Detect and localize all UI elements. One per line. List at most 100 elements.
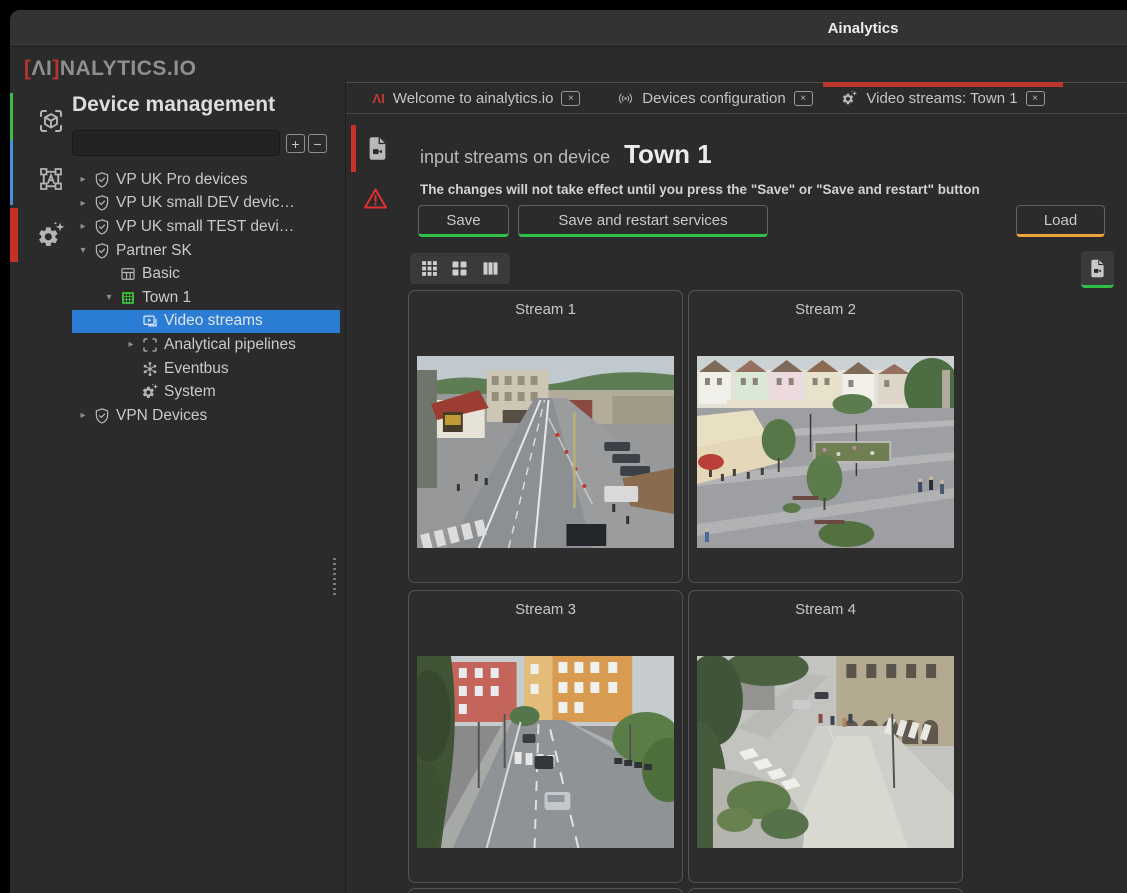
tab-video-streams-town-1[interactable]: Video streams: Town 1 × [823, 83, 1063, 113]
stream-card: Stream 3 [408, 590, 683, 883]
camera-scene [697, 356, 954, 548]
caret-right-icon[interactable]: ▸ [76, 410, 90, 421]
unsaved-changes-warning: The changes will not take effect until y… [420, 182, 980, 197]
tree-item-video-streams[interactable]: Video streams [72, 310, 340, 334]
pipelines-icon [141, 336, 159, 354]
page-subtitle: input streams on device [420, 147, 610, 168]
tree-item-label: Basic [142, 265, 180, 283]
logo-mark: ΛI [32, 57, 53, 80]
camera-scene [417, 356, 674, 548]
tree-item-vpn-devices[interactable]: ▸ VPN Devices [72, 404, 340, 428]
page-title: input streams on device Town 1 [420, 139, 712, 170]
caret-down-icon[interactable]: ▾ [102, 292, 116, 303]
annotation-frame-icon [36, 164, 66, 194]
stream-card: Stream 2 [688, 290, 963, 583]
file-video-icon [1087, 258, 1108, 279]
stream-title: Stream 1 [409, 301, 682, 318]
layout-toggle-group [410, 253, 510, 284]
device-grid-green-icon [119, 289, 137, 307]
grid-small-icon [419, 258, 440, 279]
shield-check-icon [93, 171, 111, 189]
stream-title: Stream 2 [689, 301, 962, 318]
tab-label: Devices configuration [642, 90, 785, 107]
collapse-all-button[interactable]: − [308, 134, 327, 153]
rail-indicator-red [10, 208, 18, 262]
tree-item-eventbus[interactable]: Eventbus [72, 357, 340, 381]
tab-welcome[interactable]: ΛI Welcome to ainalytics.io × [346, 83, 607, 113]
tree-item-vp-uk-small-test-devices[interactable]: ▸ VP UK small TEST devi… [72, 215, 340, 239]
search-input[interactable] [72, 130, 280, 156]
tree-item-system[interactable]: System [72, 380, 340, 404]
stream-card: Stream 4 [688, 590, 963, 883]
columns-icon [480, 258, 501, 279]
close-icon[interactable]: × [561, 91, 580, 106]
grid-medium-view-button[interactable] [448, 257, 472, 281]
save-button[interactable]: Save [418, 205, 509, 237]
device-tree: ▸ VP UK Pro devices ▸ VP UK small DEV de… [72, 168, 340, 428]
stream-thumbnail[interactable] [417, 656, 674, 848]
rail-indicator-green [10, 93, 13, 140]
caret-right-icon[interactable]: ▸ [76, 198, 90, 209]
tree-item-label: Video streams [164, 312, 263, 330]
shield-check-icon [93, 407, 111, 425]
tree-item-label: Partner SK [116, 242, 192, 260]
device-grid-icon [119, 265, 137, 283]
device-name: Town 1 [624, 139, 712, 170]
tree-item-basic[interactable]: Basic [72, 262, 340, 286]
warning-triangle-icon [362, 185, 389, 212]
broadcast-icon [617, 90, 634, 107]
sidebar-item-devices[interactable] [36, 106, 66, 136]
caret-down-icon[interactable]: ▾ [76, 245, 90, 256]
stream-title: Stream 4 [689, 601, 962, 618]
expand-all-button[interactable]: + [286, 134, 305, 153]
tree-item-label: Town 1 [142, 289, 191, 307]
app-window: Ainalytics [ΛI]NALYTICS.IO Device manage… [10, 10, 1127, 893]
stream-card: Stream 1 [408, 290, 683, 583]
sidebar-item-settings[interactable] [36, 221, 66, 251]
tab-devices-configuration[interactable]: Devices configuration × [607, 83, 823, 113]
stream-thumbnail[interactable] [697, 656, 954, 848]
column-view-button[interactable] [479, 257, 503, 281]
load-button[interactable]: Load [1016, 205, 1105, 237]
close-icon[interactable]: × [1026, 91, 1045, 106]
tab-label: Welcome to ainalytics.io [393, 90, 554, 107]
gear-icon [141, 383, 159, 401]
caret-right-icon[interactable]: ▸ [76, 221, 90, 232]
tree-item-label: Analytical pipelines [164, 336, 296, 354]
save-and-restart-button[interactable]: Save and restart services [518, 205, 768, 237]
tab-label: Video streams: Town 1 [866, 90, 1017, 107]
ai-logo-icon: ΛI [373, 91, 385, 106]
tree-item-vp-uk-pro-devices[interactable]: ▸ VP UK Pro devices [72, 168, 340, 192]
panel-title: Device management [72, 93, 275, 117]
caret-right-icon[interactable]: ▸ [124, 339, 138, 350]
tree-item-vp-uk-small-dev-devices[interactable]: ▸ VP UK small DEV devic… [72, 192, 340, 216]
tree-item-label: System [164, 383, 216, 401]
tree-item-analytical-pipelines[interactable]: ▸ Analytical pipelines [72, 333, 340, 357]
tree-item-town-1[interactable]: ▾ Town 1 [72, 286, 340, 310]
stream-thumbnail[interactable] [697, 356, 954, 548]
cube-scan-icon [36, 106, 66, 136]
logo-text: NALYTICS.IO [60, 57, 197, 80]
titlebar: Ainalytics [10, 10, 1127, 47]
tree-item-partner-sk[interactable]: ▾ Partner SK [72, 239, 340, 263]
shield-check-icon [93, 218, 111, 236]
video-streams-icon [141, 312, 159, 330]
rail-indicator-blue [10, 140, 13, 205]
sidebar-item-annotations[interactable] [36, 164, 66, 194]
tab-bar: ΛI Welcome to ainalytics.io × Devices co… [346, 82, 1127, 114]
panel-resize-handle[interactable] [333, 558, 336, 596]
section-accent-bar [351, 125, 356, 172]
caret-right-icon[interactable]: ▸ [76, 174, 90, 185]
camera-scene [417, 656, 674, 848]
grid-medium-icon [449, 258, 470, 279]
logo-bracket-right: ] [52, 57, 60, 80]
tree-item-label: VP UK small DEV devic… [116, 194, 295, 212]
camera-scene [697, 656, 954, 848]
file-video-icon [364, 135, 391, 162]
export-config-button[interactable] [1081, 251, 1114, 288]
close-icon[interactable]: × [794, 91, 813, 106]
stream-title: Stream 3 [409, 601, 682, 618]
tree-item-label: VPN Devices [116, 407, 207, 425]
stream-thumbnail[interactable] [417, 356, 674, 548]
grid-small-view-button[interactable] [417, 257, 441, 281]
